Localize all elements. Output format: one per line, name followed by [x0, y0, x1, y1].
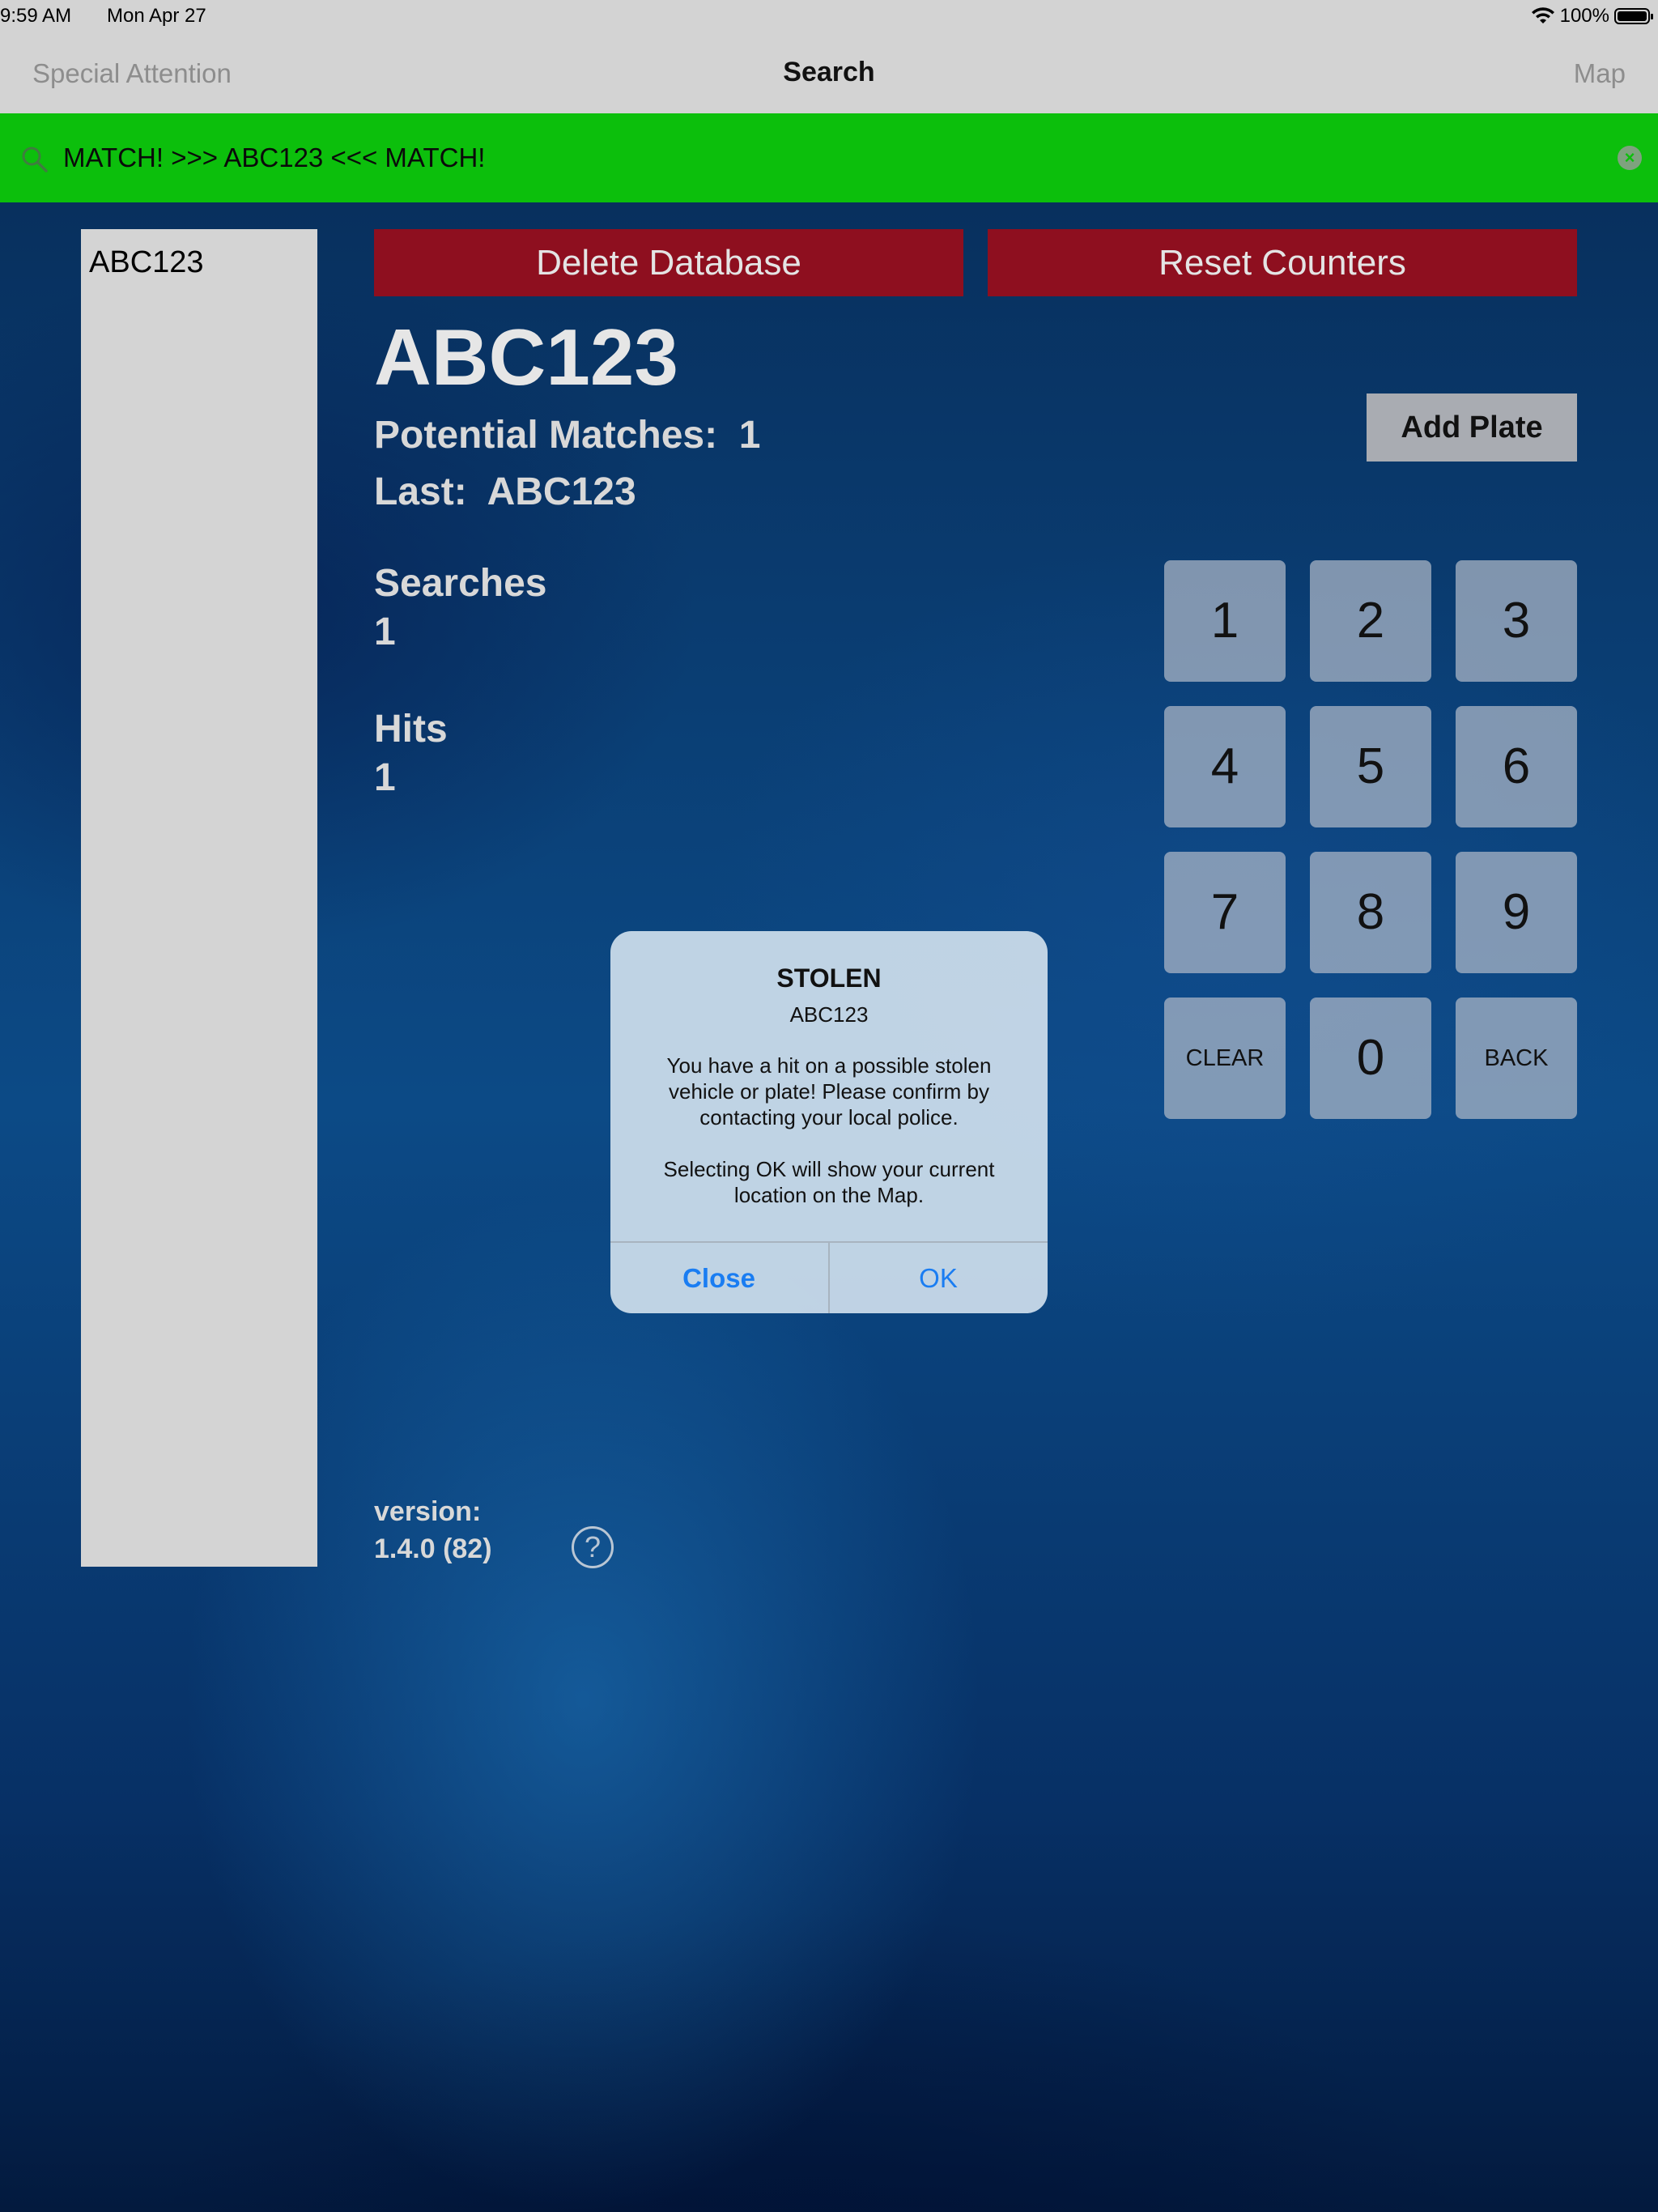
dialog-ok-button[interactable]: OK — [830, 1243, 1047, 1313]
hits-label: Hits — [374, 708, 448, 751]
search-icon — [22, 147, 48, 172]
battery-percent: 100% — [1559, 5, 1609, 27]
battery-icon — [1614, 8, 1653, 24]
last-plate: Last: ABC123 — [374, 470, 636, 514]
map-button[interactable]: Map — [1574, 58, 1626, 89]
searches-label: Searches — [374, 562, 547, 605]
keypad-key-7[interactable]: 7 — [1164, 852, 1286, 973]
dialog-message: You have a hit on a possible stolen vehi… — [666, 1053, 992, 1129]
keypad-key-3[interactable]: 3 — [1456, 560, 1577, 682]
last-label: Last: — [374, 470, 467, 513]
stolen-alert-dialog: STOLEN ABC123 You have a hit on a possib… — [610, 931, 1048, 1313]
keypad-key-0[interactable]: 0 — [1310, 998, 1431, 1119]
version-label: version: — [374, 1496, 482, 1527]
keypad-key-8[interactable]: 8 — [1310, 852, 1431, 973]
status-right: 100% — [1531, 5, 1653, 28]
keypad-key-4[interactable]: 4 — [1164, 706, 1286, 827]
status-date: Mon Apr 27 — [107, 5, 206, 27]
wifi-icon — [1531, 7, 1554, 23]
add-plate-button[interactable]: Add Plate — [1367, 393, 1577, 462]
help-icon[interactable]: ? — [572, 1526, 614, 1568]
hits-value: 1 — [374, 756, 396, 799]
keypad-key-1[interactable]: 1 — [1164, 560, 1286, 682]
list-item[interactable]: ABC123 — [89, 245, 204, 280]
status-bar: 9:59 AM Mon Apr 27 100% — [0, 0, 1658, 32]
delete-database-button[interactable]: Delete Database — [374, 229, 963, 296]
keypad-key-6[interactable]: 6 — [1456, 706, 1577, 827]
potential-matches-value: 1 — [738, 414, 761, 457]
keypad-clear-button[interactable]: CLEAR — [1164, 998, 1286, 1119]
page-title: Search — [783, 57, 875, 87]
searches-value: 1 — [374, 610, 396, 653]
keypad-key-2[interactable]: 2 — [1310, 560, 1431, 682]
navigation-bar: Special Attention Search Map — [0, 32, 1658, 113]
potential-matches-label: Potential Matches: — [374, 414, 718, 457]
version-value: 1.4.0 (82) — [374, 1534, 492, 1564]
keypad-back-button[interactable]: BACK — [1456, 998, 1577, 1119]
keypad-key-9[interactable]: 9 — [1456, 852, 1577, 973]
search-bar[interactable]: MATCH! >>> ABC123 <<< MATCH! × — [0, 113, 1658, 202]
last-value: ABC123 — [487, 470, 636, 513]
dialog-subtitle: ABC123 — [789, 1002, 869, 1027]
current-plate: ABC123 — [374, 313, 678, 402]
dialog-title: STOLEN — [776, 963, 882, 993]
keypad-key-5[interactable]: 5 — [1310, 706, 1431, 827]
reset-counters-button[interactable]: Reset Counters — [988, 229, 1577, 296]
search-input[interactable]: MATCH! >>> ABC123 <<< MATCH! — [63, 143, 485, 173]
potential-matches: Potential Matches: 1 — [374, 413, 760, 457]
dialog-message-location: Selecting OK will show your current loca… — [663, 1157, 995, 1207]
plate-list[interactable]: ABC123 — [81, 229, 317, 1567]
status-time: 9:59 AM — [0, 5, 72, 27]
clear-search-icon[interactable]: × — [1618, 146, 1642, 170]
dialog-close-button[interactable]: Close — [610, 1243, 827, 1313]
